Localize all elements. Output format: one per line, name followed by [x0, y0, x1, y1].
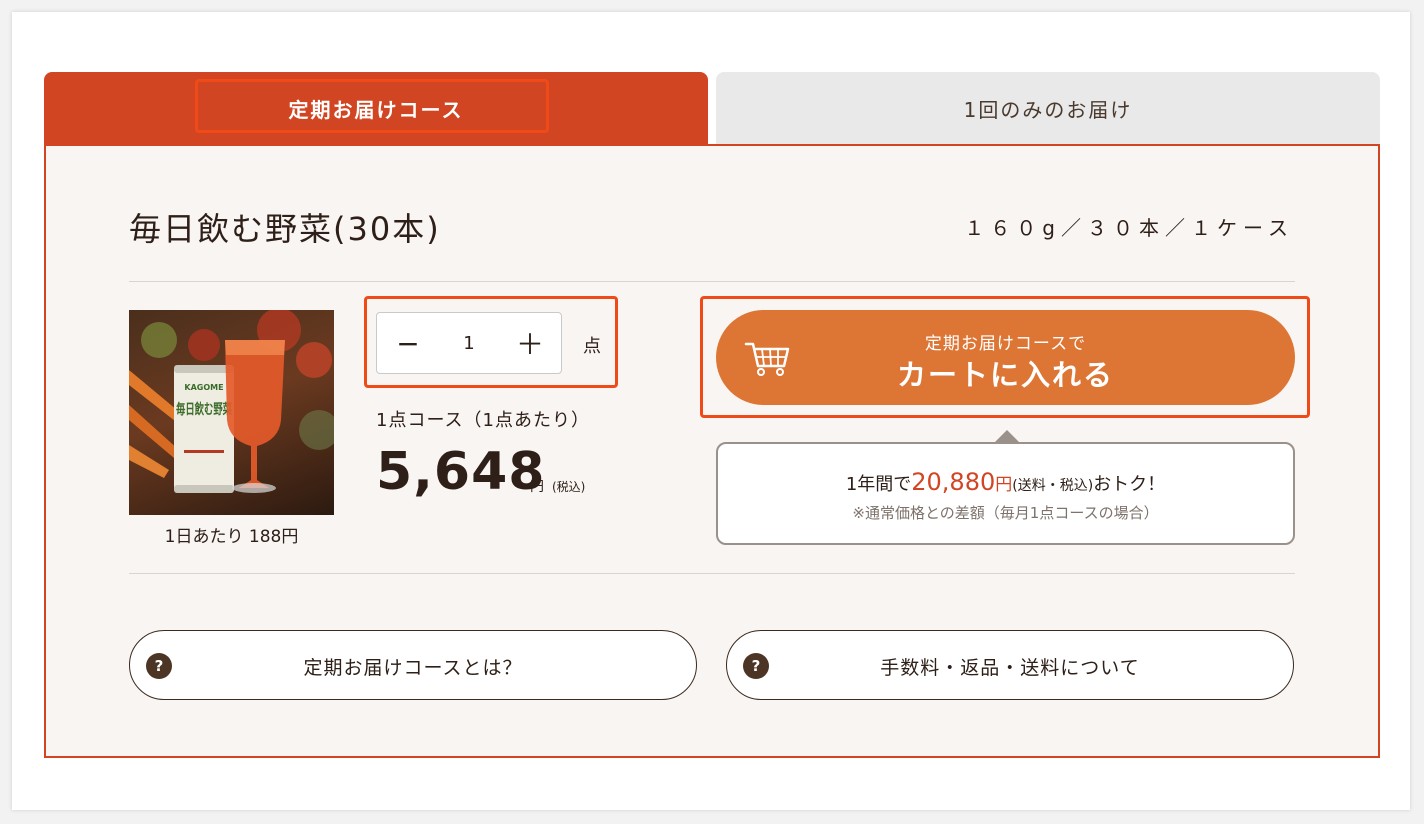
- fees-returns-shipping-label: 手数料・返品・送料について: [880, 657, 1140, 679]
- savings-unit: 円: [995, 475, 1013, 495]
- divider-bottom: [129, 573, 1295, 574]
- highlight-quantity: [364, 296, 618, 388]
- savings-line: 1年間で20,880円(送料・税込)おトク！: [718, 468, 1293, 496]
- course-label: 1点コース（1点あたり）: [376, 410, 591, 431]
- price-currency: 円: [530, 479, 544, 495]
- about-subscription-button[interactable]: ? 定期お届けコースとは？: [129, 630, 697, 700]
- fees-returns-shipping-button[interactable]: ? 手数料・返品・送料について: [726, 630, 1294, 700]
- product-title: 毎日飲む野菜(30本): [129, 210, 441, 248]
- product-illustration: KAGOME 毎日飲む野菜: [129, 310, 334, 493]
- product-spec: １６０g／３０本／１ケース: [964, 216, 1294, 240]
- product-image: KAGOME 毎日飲む野菜: [129, 310, 334, 515]
- can-name: 毎日飲む野菜: [176, 401, 233, 418]
- per-day-price: 1日あたり 188円: [164, 527, 299, 547]
- price-tax-note: (税込): [552, 480, 586, 494]
- savings-box: 1年間で20,880円(送料・税込)おトク！ ※通常価格との差額（毎月1点コース…: [716, 442, 1295, 545]
- savings-tax: (送料・税込): [1012, 478, 1094, 494]
- can-brand: KAGOME: [184, 383, 223, 392]
- tab-one-time[interactable]: 1回のみのお届け: [716, 72, 1380, 144]
- tab-one-time-label: 1回のみのお届け: [963, 97, 1133, 122]
- highlight-tab: [195, 79, 549, 133]
- about-subscription-label: 定期お届けコースとは？: [303, 657, 523, 679]
- divider-top: [129, 281, 1295, 282]
- savings-prefix: 1年間で: [845, 474, 912, 495]
- highlight-cart: [700, 296, 1310, 418]
- savings-suffix: おトク！: [1093, 474, 1166, 495]
- savings-note: ※通常価格との差額（毎月1点コースの場合）: [852, 504, 1159, 522]
- savings-amount: 20,880: [911, 468, 996, 496]
- price-value: 5,648: [376, 442, 546, 502]
